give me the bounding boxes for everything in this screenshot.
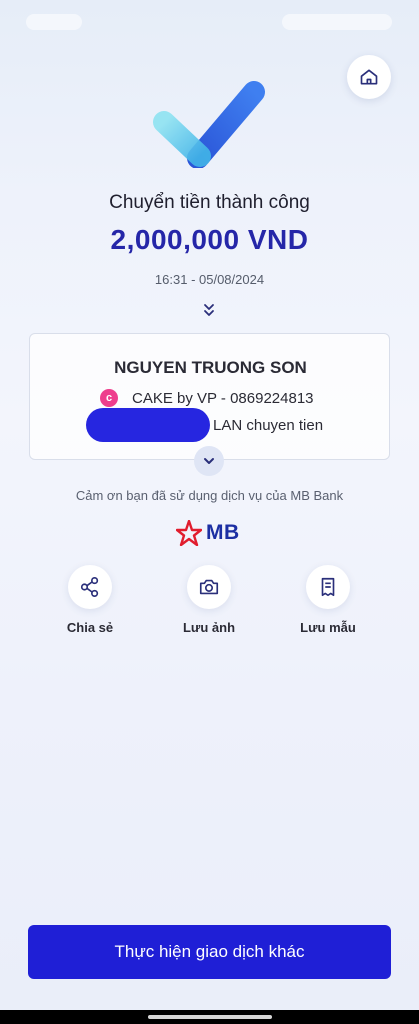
transfer-amount: 2,000,000 VND [110, 224, 309, 255]
success-check-icon [150, 78, 268, 169]
status-bar-icons-blur [282, 14, 392, 30]
save-template-action[interactable]: Lưu mẫu [283, 565, 373, 635]
thanks-text: Cảm ơn bạn đã sử dụng dịch vụ của MB Ban… [75, 488, 344, 503]
share-action[interactable]: Chia sẻ [45, 565, 135, 635]
home-icon [360, 69, 378, 85]
mb-bank-logo: MB [176, 518, 240, 548]
recipient-name: NGUYEN TRUONG SON [114, 358, 307, 377]
mb-logo-text: MB [206, 521, 240, 544]
camera-icon [199, 579, 219, 595]
transfer-status-title: Chuyển tiền thành công [109, 192, 310, 213]
recipient-bank-row: c CAKE by VP - 0869224813 [100, 388, 314, 408]
home-button[interactable] [347, 55, 391, 99]
home-indicator[interactable] [148, 1015, 272, 1019]
save-template-label: Lưu mẫu [300, 620, 356, 635]
save-template-button[interactable] [306, 565, 350, 609]
transfer-datetime: 16:31 - 05/08/2024 [154, 272, 265, 287]
share-button[interactable] [68, 565, 112, 609]
chevron-down-icon [204, 458, 214, 464]
save-image-button[interactable] [187, 565, 231, 609]
share-icon [80, 577, 99, 597]
expand-details-button[interactable] [194, 446, 224, 476]
bank-logo-icon: c [100, 389, 118, 407]
status-bar [0, 0, 419, 36]
save-image-action[interactable]: Lưu ảnh [164, 565, 254, 635]
receipt-icon [321, 577, 335, 597]
transfer-message: LAN chuyen tien [213, 417, 324, 434]
new-transaction-button[interactable]: Thực hiện giao dịch khác [28, 925, 391, 979]
redacted-sender-name [86, 408, 210, 442]
save-image-label: Lưu ảnh [182, 620, 236, 635]
recipient-card: NGUYEN TRUONG SON c CAKE by VP - 0869224… [29, 333, 390, 460]
status-bar-time-blur [26, 14, 82, 30]
recipient-bank-account: CAKE by VP - 0869224813 [132, 389, 314, 407]
double-chevron-down-icon[interactable] [199, 300, 219, 320]
action-row: Chia sẻ Lưu ảnh Lưu mẫu [0, 565, 419, 645]
mb-star-icon [176, 520, 202, 546]
share-label: Chia sẻ [66, 620, 114, 635]
